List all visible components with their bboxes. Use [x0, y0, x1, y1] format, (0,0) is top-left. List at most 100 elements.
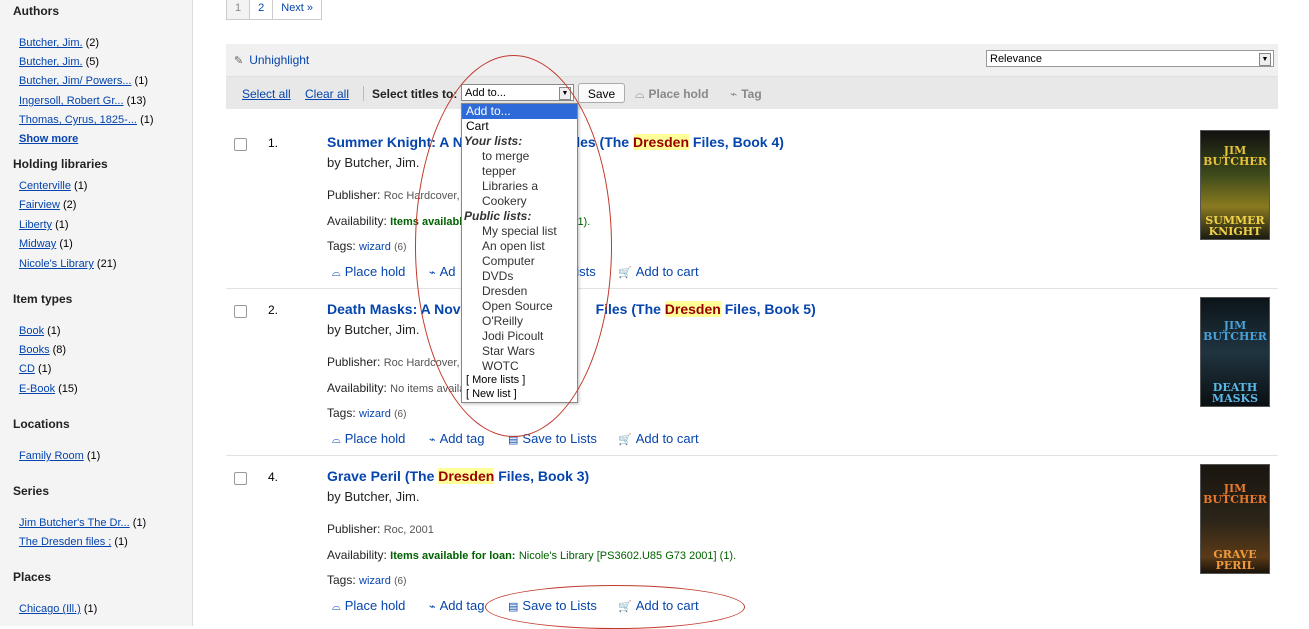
sort-select[interactable]: Relevance ▼	[986, 50, 1274, 67]
tag-link[interactable]: wizard	[359, 408, 391, 420]
facet-place-1[interactable]: Chicago (Ill.) (1)	[19, 603, 97, 615]
tag-icon: ⌁	[429, 601, 436, 613]
select-titles-label: Select titles to:	[372, 87, 458, 101]
page-1: 1	[227, 0, 251, 19]
add-to-cart-link[interactable]: 🛒 Add to cart	[618, 598, 699, 613]
dropdown-option-list[interactable]: O'Reilly	[482, 314, 523, 329]
facet-library-2[interactable]: Fairview (2)	[19, 199, 76, 211]
facet-location-1[interactable]: Family Room (1)	[19, 450, 100, 462]
cart-icon: 🛒	[618, 267, 632, 279]
place-hold-link[interactable]: ⌓ Place hold	[332, 264, 405, 280]
place-hold-link[interactable]: ⌓ Place hold	[332, 431, 405, 447]
result-checkbox[interactable]	[234, 138, 247, 151]
add-tag-link[interactable]: ⌁ Add tag	[429, 598, 484, 613]
facet-itemtype-4[interactable]: E-Book (15)	[19, 383, 78, 395]
book-cover-image[interactable]: JIM BUTCHER GRAVE PERIL	[1200, 464, 1270, 574]
facet-library-4[interactable]: Midway (1)	[19, 238, 73, 250]
dropdown-group-your-lists: Your lists:	[464, 134, 523, 148]
dropdown-option-new-list[interactable]: [ New list ]	[466, 387, 517, 402]
show-more-link[interactable]: Show more	[19, 133, 78, 145]
tag-link[interactable]: wizard	[359, 575, 391, 587]
facet-library-5[interactable]: Nicole's Library (21)	[19, 258, 116, 270]
dropdown-option-list[interactable]: Jodi Picoult	[482, 329, 543, 344]
list-icon: ▤	[508, 601, 519, 613]
save-button[interactable]: Save	[578, 83, 625, 103]
save-to-lists-link[interactable]: ▤ Save to Lists	[508, 431, 597, 446]
facet-author-4[interactable]: Ingersoll, Robert Gr... (13)	[19, 95, 146, 107]
hold-icon: ⌓	[332, 601, 341, 613]
clear-all-link[interactable]: Clear all	[305, 87, 349, 101]
page-2-link[interactable]: 2	[250, 0, 274, 19]
dropdown-option-list[interactable]: An open list	[482, 239, 545, 254]
tag-disabled: ⌁ Tag	[730, 87, 762, 101]
dropdown-option-list[interactable]: DVDs	[482, 269, 513, 284]
facet-author-2[interactable]: Butcher, Jim. (5)	[19, 56, 99, 68]
dropdown-option-list[interactable]: Cookery	[482, 194, 527, 209]
unhighlight-button[interactable]: ✎ Unhighlight	[234, 53, 309, 67]
facet-itemtype-3[interactable]: CD (1)	[19, 363, 51, 375]
cart-icon: 🛒	[618, 601, 632, 613]
add-to-cart-link[interactable]: 🛒 Add to cart	[618, 431, 699, 446]
result-item-4: 4. Grave Peril (The Dresden Files, Book …	[226, 456, 1278, 626]
result-author: by Butcher, Jim.	[327, 489, 420, 504]
dropdown-option-cart[interactable]: Cart	[466, 119, 489, 134]
facet-heading-itemtypes: Item types	[13, 292, 73, 306]
result-number: 1.	[268, 136, 279, 150]
place-hold-link[interactable]: ⌓ Place hold	[332, 598, 405, 614]
pagination: 1 2 Next »	[226, 0, 323, 20]
dropdown-option-list[interactable]: Dresden	[482, 284, 527, 299]
dropdown-option-list[interactable]: Star Wars	[482, 344, 535, 359]
facet-library-3[interactable]: Liberty (1)	[19, 219, 69, 231]
facet-heading-locations: Locations	[13, 417, 70, 431]
tag-link[interactable]: wizard	[359, 241, 391, 253]
dropdown-option-list[interactable]: WOTC	[482, 359, 519, 374]
select-all-link[interactable]: Select all	[242, 87, 291, 101]
facet-author-3[interactable]: Butcher, Jim/ Powers... (1)	[19, 75, 148, 87]
facet-series-1[interactable]: Jim Butcher's The Dr... (1)	[19, 517, 146, 529]
facet-author-5[interactable]: Thomas, Cyrus, 1825-... (1)	[19, 114, 154, 126]
pencil-icon: ✎	[234, 55, 244, 67]
dropdown-option-list[interactable]: My special list	[482, 224, 557, 239]
divider	[363, 86, 364, 101]
dropdown-option-list[interactable]: Libraries a	[482, 179, 538, 194]
result-tags: Tags: wizard (6)	[327, 406, 407, 420]
facet-heading-series: Series	[13, 484, 50, 498]
book-cover-image[interactable]: JIM BUTCHER DEATH MASKS	[1200, 297, 1270, 407]
result-checkbox[interactable]	[234, 472, 247, 485]
add-to-select[interactable]: Add to... ▼	[461, 84, 574, 101]
book-cover-image[interactable]: JIM BUTCHER SUMMER KNIGHT	[1200, 130, 1270, 240]
save-to-lists-link[interactable]: ▤ Save to Lists	[508, 598, 597, 613]
hold-icon: ⌓	[332, 434, 341, 446]
tag-icon: ⌁	[730, 87, 738, 101]
dropdown-option-list[interactable]: tepper	[482, 164, 516, 179]
facet-itemtype-2[interactable]: Books (8)	[19, 344, 66, 356]
facet-itemtype-1[interactable]: Book (1)	[19, 325, 61, 337]
tag-icon: ⌁	[429, 434, 436, 446]
dropdown-option-list[interactable]: to merge	[482, 149, 529, 164]
cart-icon: 🛒	[618, 434, 632, 446]
facet-series-2[interactable]: The Dresden files ; (1)	[19, 536, 128, 548]
add-to-cart-link[interactable]: 🛒 Add to cart	[618, 264, 699, 279]
facet-author-1[interactable]: Butcher, Jim. (2)	[19, 37, 99, 49]
dropdown-group-public-lists: Public lists:	[464, 209, 532, 223]
result-availability: Availability: No items availa	[327, 381, 466, 395]
add-tag-link[interactable]: ⌁ Ad	[429, 264, 456, 279]
result-number: 4.	[268, 470, 279, 484]
dropdown-option-more-lists[interactable]: [ More lists ]	[466, 373, 525, 388]
result-title-link[interactable]: Grave Peril (The Dresden Files, Book 3)	[327, 468, 589, 484]
result-item-2: 2. Death Masks: A Nov Files (The Dresden …	[226, 289, 1278, 456]
next-page-link[interactable]: Next »	[273, 0, 322, 19]
add-tag-link[interactable]: ⌁ Add tag	[429, 431, 484, 446]
dropdown-option-list[interactable]: Open Source	[482, 299, 553, 314]
dropdown-option-list[interactable]: Computer	[482, 254, 535, 269]
dropdown-option-add-to[interactable]: Add to...	[462, 104, 577, 119]
result-publisher: Publisher: Roc Hardcover,	[327, 355, 460, 369]
result-checkbox[interactable]	[234, 305, 247, 318]
chevron-down-icon: ▼	[559, 87, 571, 100]
result-item-1: 1. Summer Knight: A N Files (The Dresden…	[226, 122, 1278, 289]
chevron-down-icon: ▼	[1259, 53, 1271, 66]
hold-icon: ⌓	[635, 87, 645, 101]
facet-heading-authors: Authors	[13, 4, 59, 18]
facet-library-1[interactable]: Centerville (1)	[19, 180, 87, 192]
hold-icon: ⌓	[332, 267, 341, 279]
